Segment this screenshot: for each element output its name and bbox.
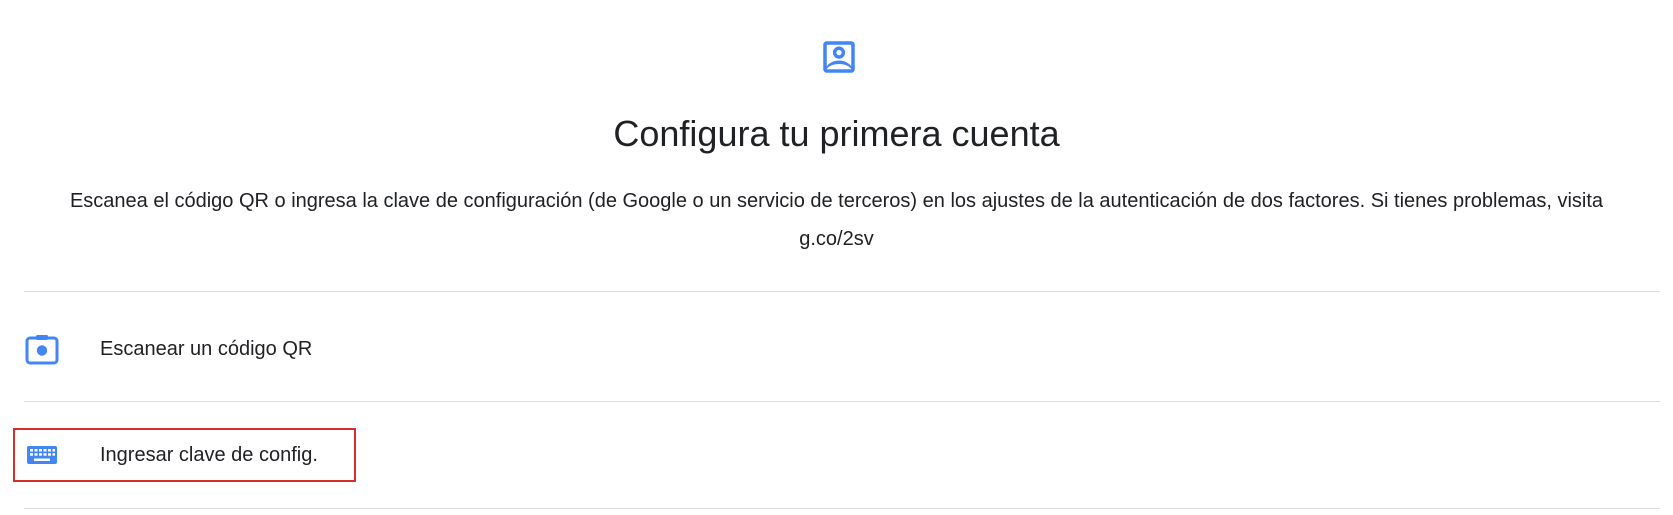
enter-setup-key-option[interactable]: Ingresar clave de config. [12, 426, 1660, 484]
divider [24, 508, 1660, 509]
scan-qr-option[interactable]: Escanear un código QR [12, 320, 1660, 378]
page-title: Configura tu primera cuenta [613, 113, 1060, 154]
account-box-icon [823, 41, 855, 73]
keyboard-icon [27, 446, 57, 464]
page-description: Escanea el código QR o ingresa la clave … [69, 190, 1604, 250]
divider [24, 291, 1660, 292]
camera-icon [25, 335, 59, 365]
divider [24, 401, 1660, 402]
scan-qr-label: Escanear un código QR [100, 338, 313, 360]
enter-setup-key-label: Ingresar clave de config. [100, 444, 318, 466]
